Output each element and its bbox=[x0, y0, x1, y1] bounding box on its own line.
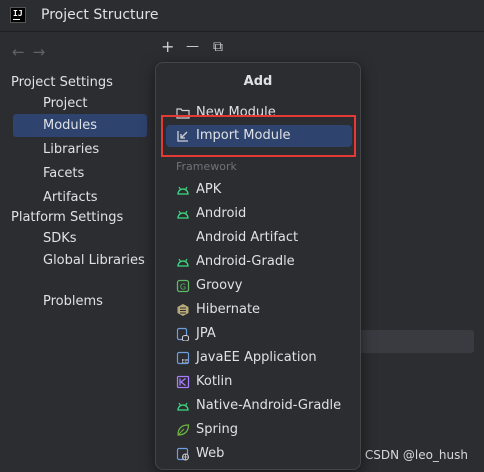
menu-item-label: JPA bbox=[196, 326, 216, 341]
hibernate-icon bbox=[176, 303, 190, 317]
menu-item-label: Spring bbox=[196, 422, 238, 437]
menu-item-apk[interactable]: APK bbox=[166, 179, 352, 201]
intellij-logo-icon: IJ bbox=[10, 7, 26, 23]
section-header-platform-settings: Platform Settings bbox=[11, 210, 124, 225]
sidebar: ←→ Project Settings Project Modules Libr… bbox=[0, 32, 155, 472]
sidebar-item-libraries[interactable]: Libraries bbox=[13, 138, 147, 161]
title-bar: IJ Project Structure bbox=[0, 0, 484, 32]
javaee-icon: EE bbox=[176, 351, 190, 365]
sidebar-item-facets[interactable]: Facets bbox=[13, 162, 147, 185]
menu-item-label: Kotlin bbox=[196, 374, 233, 389]
kotlin-icon bbox=[176, 375, 190, 389]
sidebar-item-modules[interactable]: Modules bbox=[13, 114, 147, 137]
menu-item-label: Android bbox=[196, 206, 247, 221]
menu-item-native-android-gradle[interactable]: Native-Android-Gradle bbox=[166, 395, 352, 417]
popup-title: Add bbox=[243, 74, 273, 89]
highlight-box bbox=[161, 115, 356, 157]
forward-arrow-icon[interactable]: → bbox=[33, 43, 54, 61]
app-icon-text: IJ bbox=[13, 9, 23, 18]
copy-icon[interactable]: ⧉ bbox=[213, 39, 223, 55]
menu-item-android-gradle[interactable]: Android-Gradle bbox=[166, 251, 352, 273]
section-header-project-settings: Project Settings bbox=[11, 75, 113, 90]
groovy-icon: G bbox=[176, 279, 190, 293]
menu-item-web[interactable]: Web bbox=[166, 443, 352, 465]
menu-item-kotlin[interactable]: Kotlin bbox=[166, 371, 352, 393]
module-row-highlight[interactable] bbox=[355, 330, 474, 353]
menu-item-android-artifact[interactable]: Android Artifact bbox=[166, 227, 352, 249]
menu-item-hibernate[interactable]: Hibernate bbox=[166, 299, 352, 321]
sidebar-item-sdks[interactable]: SDKs bbox=[13, 227, 147, 250]
menu-item-javaee-application[interactable]: EE JavaEE Application bbox=[166, 347, 352, 369]
watermark: CSDN @leo_hush bbox=[364, 448, 468, 462]
menu-item-label: Android Artifact bbox=[196, 230, 299, 245]
menu-item-label: Hibernate bbox=[196, 302, 261, 317]
menu-item-label: Web bbox=[196, 446, 225, 461]
sidebar-item-global-libraries[interactable]: Global Libraries bbox=[13, 249, 147, 272]
remove-icon[interactable]: — bbox=[186, 39, 199, 55]
menu-item-label: Android-Gradle bbox=[196, 254, 295, 269]
menu-item-label: Native-Android-Gradle bbox=[196, 398, 342, 413]
menu-item-android[interactable]: Android bbox=[166, 203, 352, 225]
sidebar-item-problems[interactable]: Problems bbox=[13, 290, 147, 313]
spring-icon bbox=[176, 423, 190, 437]
menu-item-label: JavaEE Application bbox=[196, 350, 317, 365]
android-icon bbox=[176, 183, 190, 197]
back-arrow-icon[interactable]: ← bbox=[12, 43, 33, 61]
jpa-icon bbox=[176, 327, 190, 342]
sidebar-item-artifacts[interactable]: Artifacts bbox=[13, 186, 147, 209]
sidebar-item-project[interactable]: Project bbox=[13, 92, 147, 115]
menu-item-label: APK bbox=[196, 182, 222, 197]
framework-group-label: Framework bbox=[176, 160, 237, 173]
menu-item-jpa[interactable]: JPA bbox=[166, 323, 352, 345]
web-icon bbox=[176, 447, 190, 461]
add-icon[interactable]: + bbox=[161, 39, 174, 55]
nav-arrows: ←→ bbox=[12, 43, 53, 61]
window-title: Project Structure bbox=[41, 7, 159, 23]
android-icon bbox=[176, 207, 190, 221]
menu-item-spring[interactable]: Spring bbox=[166, 419, 352, 441]
android-icon bbox=[176, 399, 190, 413]
android-icon bbox=[176, 255, 190, 269]
svg-text:G: G bbox=[180, 283, 186, 292]
menu-item-label: Groovy bbox=[196, 278, 243, 293]
svg-text:EE: EE bbox=[182, 359, 189, 365]
menu-item-groovy[interactable]: G Groovy bbox=[166, 275, 352, 297]
